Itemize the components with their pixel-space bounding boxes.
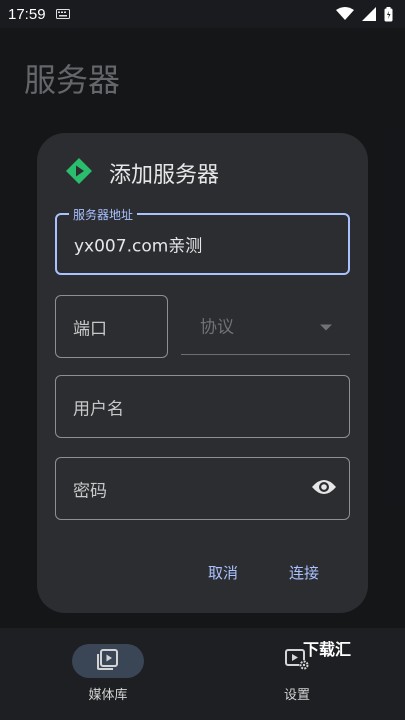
add-server-dialog: 添加服务器 服务器地址 yx007.com亲测 端口 协议 用户名 密码 取消 … (37, 133, 368, 613)
server-address-value[interactable]: yx007.com亲测 (74, 232, 202, 257)
dropdown-arrow-icon (320, 315, 332, 334)
connect-button[interactable]: 连接 (289, 562, 319, 583)
username-field[interactable]: 用户名 (55, 375, 350, 438)
keyboard-icon (55, 9, 70, 19)
status-bar: 17:59 (0, 0, 405, 28)
protocol-select[interactable]: 协议 (181, 295, 350, 355)
username-placeholder: 用户名 (73, 399, 124, 419)
battery-icon (384, 6, 393, 22)
show-password-icon[interactable] (311, 478, 337, 500)
nav-label-settings: 设置 (283, 688, 310, 703)
media-library-icon (96, 647, 120, 675)
app-logo-icon (65, 157, 93, 189)
watermark-text: 下载汇 (303, 640, 352, 659)
server-address-label: 服务器地址 (69, 206, 138, 223)
port-field[interactable]: 端口 (55, 295, 168, 358)
nav-item-media-library[interactable]: 媒体库 (72, 644, 144, 703)
wifi-icon (336, 7, 354, 21)
protocol-placeholder: 协议 (200, 317, 234, 337)
password-placeholder: 密码 (73, 481, 107, 501)
port-placeholder: 端口 (73, 319, 107, 339)
server-address-field[interactable]: 服务器地址 yx007.com亲测 (55, 206, 350, 275)
signal-icon (362, 7, 376, 21)
nav-pill-media-library (72, 644, 144, 678)
dialog-title: 添加服务器 (109, 163, 220, 188)
nav-label-media-library: 媒体库 (88, 688, 128, 703)
dialog-header: 添加服务器 (65, 157, 219, 189)
status-time: 17:59 (8, 5, 46, 23)
cancel-button[interactable]: 取消 (208, 562, 238, 583)
password-field[interactable]: 密码 (55, 457, 350, 520)
